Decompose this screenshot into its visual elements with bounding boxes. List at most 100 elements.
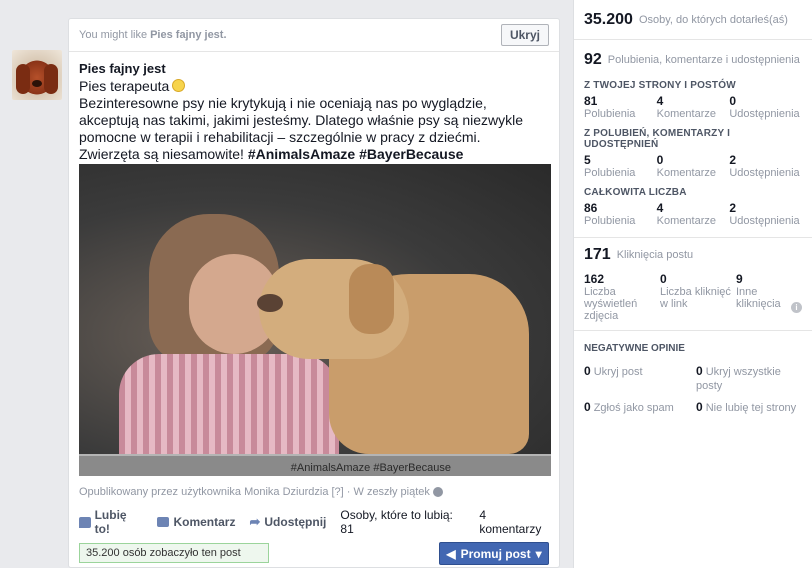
engagement-label: Polubienia, komentarze i udostępnienia (607, 54, 800, 66)
post-text: Bezinteresowne psy nie krytykują i nie o… (79, 95, 524, 145)
action-bar: Lubię to! Komentarz ➦ Udostępnij Osoby, … (69, 507, 559, 537)
comment-icon (157, 517, 170, 527)
likes-value: 81 (584, 94, 598, 108)
insights-panel: 35.200 Osoby, do których dotarłeś(aś) 92… (573, 0, 812, 568)
post-text-tail: Zwierzęta są niesamowite! (79, 146, 244, 162)
reach-section: 35.200 Osoby, do których dotarłeś(aś) (574, 0, 812, 40)
comment-label: Komentarz (173, 515, 236, 529)
smile-emoji-icon (172, 79, 186, 92)
other-clicks-value: 9 (736, 272, 743, 286)
link-clicks-label: Liczba kliknięć w link (660, 286, 731, 310)
comments-label: Komentarze (656, 215, 716, 227)
suggestion-page-link[interactable]: Pies fajny jest. (150, 29, 226, 41)
group-title: CAŁKOWITA LICZBA (584, 187, 687, 198)
negative-title: NEGATYWNE OPINIE (584, 343, 685, 354)
shares-value: 2 (729, 153, 737, 167)
info-icon[interactable]: i (791, 302, 802, 313)
group-values: 81 Polubienia 4 Komentarze 0 Udostępnienia (584, 94, 802, 120)
group-values: 86 Polubienia 4 Komentarze 2 Udostępnienia (584, 201, 802, 227)
engagement-section: 92 Polubienia, komentarze i udostępnieni… (574, 40, 812, 238)
negative-value: 0 (584, 364, 591, 378)
negative-grid: 0 Ukryj post 0 Ukryj wszystkie posty 0 Zgło… (584, 364, 802, 414)
post-meta-text[interactable]: Opublikowany przez użytkownika Monika Dz… (79, 486, 430, 498)
hashtags-link[interactable]: #AnimalsAmaze #BayerBecause (248, 146, 464, 162)
post-meta: Opublikowany przez użytkownika Monika Dz… (79, 486, 443, 498)
suggestion-bar: You might like Pies fajny jest. Ukryj (69, 19, 559, 52)
shares-value: 0 (729, 94, 737, 108)
comments-value: 4 (656, 94, 664, 108)
hide-button[interactable]: Ukryj (500, 24, 549, 46)
clicks-header: 171 Kliknięcia postu (584, 238, 802, 272)
likes-value: 5 (584, 153, 591, 167)
share-button[interactable]: ➦ Udostępnij (249, 514, 326, 530)
shares-value: 2 (729, 201, 737, 215)
like-label: Lubię to! (94, 508, 127, 536)
negative-item: 0 Ukryj post (584, 364, 696, 392)
negative-section: NEGATYWNE OPINIE 0 Ukryj post 0 Ukryj wszy… (574, 343, 812, 414)
negative-value: 0 (584, 400, 591, 414)
photo-dog-ear (349, 264, 394, 334)
shares-label: Udostępnienia (729, 215, 800, 227)
promote-post-button[interactable]: ◀ Promuj post ▾ (439, 542, 549, 565)
other-clicks-label: Inne kliknięcia (736, 286, 781, 310)
group-title: Z TWOJEJ STRONY I POSTÓW (584, 80, 736, 91)
post-body: Pies fajny jest Pies terapeuta Bezintere… (69, 52, 559, 163)
megaphone-icon: ◀ (446, 546, 456, 561)
photo-views-label: Liczba wyświetleń zdjęcia (584, 286, 638, 322)
post-text-last: Zwierzęta są niesamowite! #AnimalsAmaze … (79, 146, 549, 163)
post-subtitle: Pies terapeuta (79, 78, 549, 95)
photo-dog-nose (257, 294, 283, 312)
page-avatar[interactable] (12, 50, 62, 100)
negative-label: Zgłoś jako spam (593, 402, 674, 414)
shares-label: Udostępnienia (729, 108, 800, 120)
likes-label: Polubienia (584, 215, 636, 227)
negative-label: Ukryj post (593, 366, 643, 378)
group-values: 5 Polubienia 0 Komentarze 2 Udostępnienia (584, 153, 802, 179)
reach-label: Osoby, do których dotarłeś(aś) (638, 13, 788, 26)
shares-label: Udostępnienia (729, 167, 800, 179)
negative-value: 0 (696, 400, 703, 414)
page-name-link[interactable]: Pies fajny jest (79, 60, 549, 77)
comments-label: Komentarze (656, 167, 716, 179)
share-label: Udostępnij (264, 515, 327, 529)
negative-item: 0 Ukryj wszystkie posty (696, 364, 808, 392)
clicks-value: 171 (584, 246, 611, 263)
share-arrow-icon: ➦ (249, 514, 261, 529)
negative-item: 0 Zgłoś jako spam (584, 400, 696, 414)
group-title: Z POLUBIEŃ, KOMENTARZY I UDOSTĘPNIEŃ (584, 128, 731, 150)
engagement-value: 92 (584, 51, 602, 68)
photo-caption: #AnimalsAmaze #BayerBecause (290, 462, 451, 474)
reach-summary[interactable]: 35.200 osób zobaczyło ten post (79, 543, 269, 563)
clicks-breakdown: 162 Liczba wyświetleń zdjęcia 0 Liczba kli… (584, 272, 802, 330)
avatar-ear (44, 64, 58, 94)
clicks-section: 171 Kliknięcia postu 162 Liczba wyświetle… (574, 238, 812, 331)
clicks-label: Kliknięcia postu (616, 249, 694, 261)
post-subtitle-text: Pies terapeuta (79, 78, 170, 94)
post-photo[interactable]: #AnimalsAmaze #BayerBecause (79, 164, 551, 476)
comment-button[interactable]: Komentarz (157, 515, 235, 529)
likes-label: Polubienia (584, 108, 636, 120)
negative-label: Nie lubię tej strony (705, 402, 797, 414)
negative-item: 0 Nie lubię tej strony (696, 400, 808, 414)
engagement-header: 92 Polubienia, komentarze i udostępnieni… (584, 40, 802, 80)
negative-label: Ukryj wszystkie posty (696, 366, 781, 392)
post-card: You might like Pies fajny jest. Ukryj Pi… (68, 18, 560, 568)
reach-value: 35.200 (584, 10, 633, 28)
chevron-down-icon: ▾ (535, 546, 542, 561)
comments-value: 0 (656, 153, 664, 167)
photo-views-value: 162 (584, 272, 605, 286)
likes-label: Polubienia (584, 167, 636, 179)
avatar-nose (32, 80, 42, 87)
thumbs-up-icon (79, 516, 91, 528)
negative-value: 0 (696, 364, 703, 378)
promote-label: Promuj post (460, 546, 531, 561)
globe-icon (432, 487, 443, 497)
comments-value: 4 (656, 201, 664, 215)
avatar-ear (16, 64, 30, 94)
comments-label: Komentarze (656, 108, 716, 120)
comments-count-link[interactable]: 4 komentarzy (479, 508, 549, 536)
likes-value: 86 (584, 201, 598, 215)
link-clicks-value: 0 (660, 272, 667, 286)
like-button[interactable]: Lubię to! (79, 508, 143, 536)
likes-count-link[interactable]: Osoby, które to lubią: 81 (340, 508, 465, 536)
